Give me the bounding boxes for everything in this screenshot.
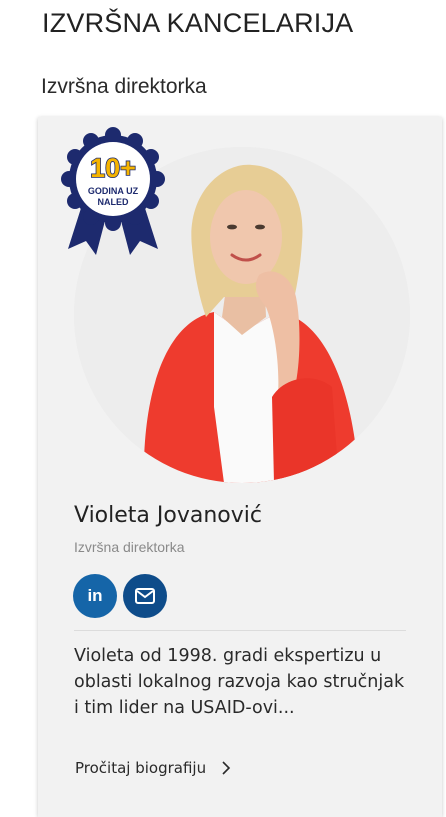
- person-bio: Violeta od 1998. gradi ekspertizu u obla…: [74, 646, 405, 718]
- profile-card: 10+ GODINA UZ NALED Violeta Jovanović Iz…: [38, 117, 442, 817]
- subsection-title: Izvršna direktorka: [41, 75, 207, 98]
- envelope-icon: [135, 588, 155, 604]
- email-button[interactable]: [123, 574, 167, 618]
- person-role: Izvršna direktorka: [74, 539, 185, 555]
- svg-text:GODINA UZ: GODINA UZ: [88, 186, 139, 196]
- linkedin-icon: in: [87, 586, 103, 605]
- chevron-right-icon: [222, 761, 231, 775]
- linkedin-button[interactable]: in: [73, 574, 117, 618]
- svg-text:10+: 10+: [90, 153, 136, 183]
- divider: [74, 630, 406, 631]
- svg-text:NALED: NALED: [98, 197, 129, 207]
- person-name: Violeta Jovanović: [74, 503, 262, 528]
- read-biography-label: Pročitaj biografiju: [75, 759, 207, 777]
- section-title: IZVRŠNA KANCELARIJA: [42, 8, 354, 38]
- read-biography-link[interactable]: Pročitaj biografiju: [75, 759, 232, 777]
- badge-10-years-icon: 10+ GODINA UZ NALED: [61, 127, 165, 255]
